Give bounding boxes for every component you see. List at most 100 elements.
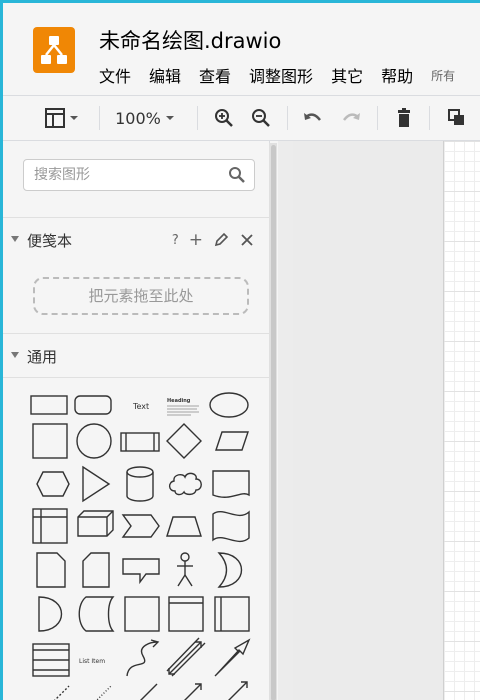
zoom-dropdown[interactable]: 100% [109,96,185,140]
document-title[interactable]: 未命名绘图.drawio [99,25,281,55]
shapes-sidebar: 便笺本 ? + 把元素拖至此处 通用 Text [3,141,270,700]
svg-text:List Item: List Item [79,658,105,665]
redo-icon [343,113,360,121]
edit-pencil-icon[interactable] [213,232,229,248]
line-shape[interactable] [137,683,158,700]
card-shape[interactable] [82,552,110,588]
arrow-shape[interactable] [214,638,251,677]
delete-icon [398,108,410,127]
dotted-line-shape[interactable] [93,685,112,700]
svg-text:Text: Text [132,402,149,411]
text-shape[interactable]: Text [132,402,149,411]
toolbar-separator [99,106,100,130]
scratchpad-drop-zone[interactable]: 把元素拖至此处 [33,277,249,315]
redo-button[interactable] [335,96,367,140]
svg-text:Heading: Heading [167,398,191,404]
sidebar-divider[interactable] [278,141,293,700]
sidebar-scroll-thumb[interactable] [271,145,276,700]
diagram-page[interactable] [443,141,480,700]
scratchpad-title: 便笺本 [27,232,73,250]
cube-shape[interactable] [77,510,114,537]
zoom-in-icon [215,109,233,127]
process-shape[interactable] [120,432,160,452]
delete-button[interactable] [389,96,419,140]
scratchpad-help-button[interactable]: ? [172,233,179,248]
or-shape[interactable] [217,552,243,588]
app-window: 未命名绘图.drawio 文件 编辑 查看 调整图形 其它 帮助 所有 100% [0,0,480,700]
menu-all-changes[interactable]: 所有 [431,67,455,87]
diamond-shape[interactable] [166,423,202,459]
format-panel-icon [45,108,78,128]
search-icon[interactable] [228,166,246,184]
scratchpad-add-button[interactable]: + [189,230,203,250]
menu-edit[interactable]: 编辑 [149,63,181,87]
toolbar-separator [197,106,198,130]
square-shape[interactable] [32,423,68,459]
zoom-out-button[interactable] [246,96,276,140]
grid-lines [444,141,480,700]
trapezoid-shape[interactable] [166,516,202,537]
menu-bar: 文件 编辑 查看 调整图形 其它 帮助 所有 [99,63,455,87]
diagram-canvas[interactable] [293,141,480,700]
menu-help[interactable]: 帮助 [381,63,413,87]
rectangle-shape[interactable] [30,395,68,415]
search-input[interactable] [32,166,226,184]
general-header[interactable]: 通用 [3,333,269,377]
format-panel-button[interactable] [33,96,87,140]
hexagon-shape[interactable] [36,471,70,497]
toolbar: 100% [3,95,480,141]
menu-file[interactable]: 文件 [99,63,131,87]
parallelogram-shape[interactable] [215,431,249,451]
zoom-level: 100% [115,108,161,128]
rounded-rectangle-shape[interactable] [74,395,112,415]
collapse-triangle-icon [11,236,19,242]
data-storage-shape[interactable] [78,596,115,632]
heading-text-shape[interactable]: Heading [167,398,199,416]
internal-storage-shape[interactable] [32,508,68,544]
toolbar-separator [429,106,430,130]
zoom-in-button[interactable] [209,96,239,140]
actor-shape[interactable] [177,552,193,587]
menu-extras[interactable]: 其它 [331,63,363,87]
toolbar-separator [377,106,378,130]
menu-arrange[interactable]: 调整图形 [249,63,313,87]
directional-connector-shape[interactable] [181,683,202,700]
curve-shape[interactable] [126,639,160,677]
undo-icon [304,113,321,121]
note-shape[interactable] [36,552,66,588]
scratchpad-header[interactable]: 便笺本 ? + [3,217,269,261]
list-shape[interactable] [32,643,70,677]
scratchpad-actions: ? + [172,230,255,250]
cylinder-shape[interactable] [126,466,154,502]
undo-button[interactable] [297,96,329,140]
zoom-out-icon [252,109,270,127]
bidirectional-arrow-shape[interactable] [166,637,206,677]
ellipse-shape[interactable] [209,392,249,418]
vertical-container-shape[interactable] [214,596,250,632]
connector-arrow-shape[interactable] [225,681,248,700]
container-shape[interactable] [124,596,160,632]
general-shapes-palette: Text Heading List Item [3,377,269,700]
close-icon[interactable] [239,232,255,248]
document-shape[interactable] [212,470,250,498]
triangle-shape[interactable] [82,465,111,503]
tape-shape[interactable] [212,510,250,543]
header: 未命名绘图.drawio 文件 编辑 查看 调整图形 其它 帮助 所有 [3,3,480,95]
circle-shape[interactable] [76,423,112,459]
to-front-button[interactable] [441,96,473,140]
swimlane-shape[interactable] [168,596,204,632]
general-title: 通用 [27,348,58,366]
chevron-down-icon [165,116,174,120]
callout-shape[interactable] [122,558,160,585]
dashed-line-shape[interactable] [51,685,70,700]
cloud-shape[interactable] [168,472,202,496]
toolbar-separator [287,106,288,130]
drawio-logo[interactable] [33,27,75,73]
search-box [23,159,255,191]
menu-view[interactable]: 查看 [199,63,231,87]
and-shape[interactable] [38,596,63,632]
list-item-shape[interactable]: List Item [79,658,105,665]
step-shape[interactable] [121,514,160,538]
logo-icon [41,36,67,64]
collapse-triangle-icon [11,352,19,358]
